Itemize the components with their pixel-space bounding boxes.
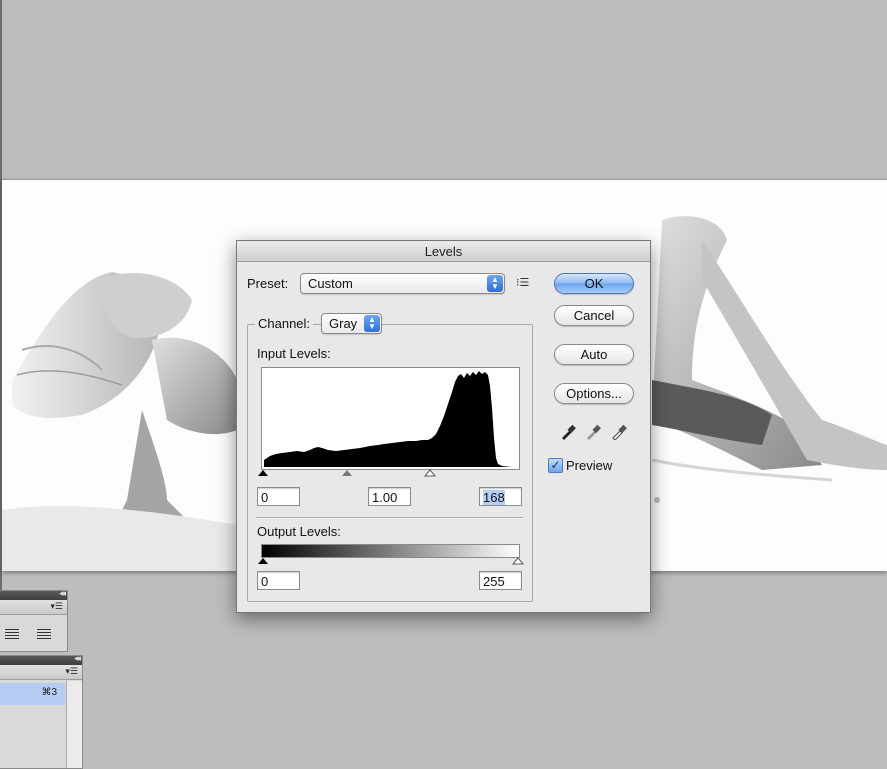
- histogram-curve: [264, 371, 517, 467]
- ok-button[interactable]: OK: [554, 273, 634, 294]
- output-gradient: [261, 544, 520, 558]
- input-black-field[interactable]: 0: [257, 487, 300, 506]
- popup-arrows-icon: ▲ ▼: [364, 315, 380, 332]
- output-levels-label: Output Levels:: [257, 524, 341, 539]
- input-levels-label: Input Levels:: [257, 346, 331, 361]
- channels-panel: ◂◂ ▾☰ ⌘3: [0, 653, 83, 769]
- preset-label: Preset:: [247, 276, 289, 291]
- panel-scrollbar[interactable]: [66, 681, 82, 768]
- channel-shortcut: ⌘3: [41, 687, 57, 698]
- input-white-field[interactable]: 168: [479, 487, 522, 506]
- panel-titlebar[interactable]: ◂◂: [0, 653, 82, 665]
- input-white-value: 168: [483, 490, 505, 505]
- white-point-slider[interactable]: [424, 469, 436, 477]
- levels-dialog: Levels Preset: Custom ▲ ▼ ⁝☰ OK Cancel Au…: [236, 240, 651, 613]
- options-button[interactable]: Options...: [554, 383, 634, 404]
- preset-value: Custom: [308, 276, 353, 291]
- paragraph-panel: ◂◂ ▾☰: [0, 588, 68, 652]
- checkmark-icon: ✓: [550, 458, 561, 472]
- levels-divider: [256, 517, 523, 519]
- gray-eyedropper-icon[interactable]: [585, 423, 601, 440]
- output-black-slider[interactable]: [258, 558, 268, 564]
- input-gamma-field[interactable]: 1.00: [368, 487, 411, 506]
- gamma-slider[interactable]: [342, 470, 352, 476]
- cancel-button[interactable]: Cancel: [554, 305, 634, 326]
- preset-select[interactable]: Custom ▲ ▼: [300, 273, 505, 294]
- input-levels-slider[interactable]: [257, 469, 527, 479]
- panel-header: ▾☰: [0, 665, 82, 680]
- align-justify-icon[interactable]: [5, 629, 19, 641]
- popup-arrows-icon: ▲ ▼: [487, 275, 503, 292]
- panel-header: ▾☰: [0, 600, 67, 615]
- black-eyedropper-icon[interactable]: [560, 423, 576, 440]
- channel-label: Channel:: [255, 316, 314, 331]
- output-levels-slider[interactable]: [257, 557, 527, 567]
- white-eyedropper-icon[interactable]: [611, 423, 627, 440]
- panel-collapse-icon[interactable]: ◂◂: [74, 653, 81, 664]
- output-white-field[interactable]: 255: [479, 571, 522, 590]
- preview-label: Preview: [566, 458, 613, 473]
- dialog-title[interactable]: Levels: [237, 241, 650, 262]
- panel-menu-icon[interactable]: ▾☰: [65, 666, 78, 677]
- auto-button[interactable]: Auto: [554, 344, 634, 365]
- panel-collapse-icon[interactable]: ◂◂: [59, 588, 66, 599]
- output-black-field[interactable]: 0: [257, 571, 300, 590]
- preset-options-icon[interactable]: ⁝☰: [516, 276, 529, 289]
- channel-value: Gray: [329, 316, 358, 331]
- channel-select[interactable]: Gray ▲ ▼: [321, 313, 382, 334]
- histogram: [261, 367, 520, 470]
- channel-row[interactable]: ⌘3: [0, 683, 65, 705]
- preview-checkbox[interactable]: ✓: [548, 458, 563, 473]
- align-justify-all-icon[interactable]: [37, 629, 51, 641]
- output-white-slider[interactable]: [512, 557, 524, 565]
- panel-titlebar[interactable]: ◂◂: [0, 588, 67, 600]
- black-point-slider[interactable]: [258, 470, 268, 476]
- panel-menu-icon[interactable]: ▾☰: [50, 601, 63, 612]
